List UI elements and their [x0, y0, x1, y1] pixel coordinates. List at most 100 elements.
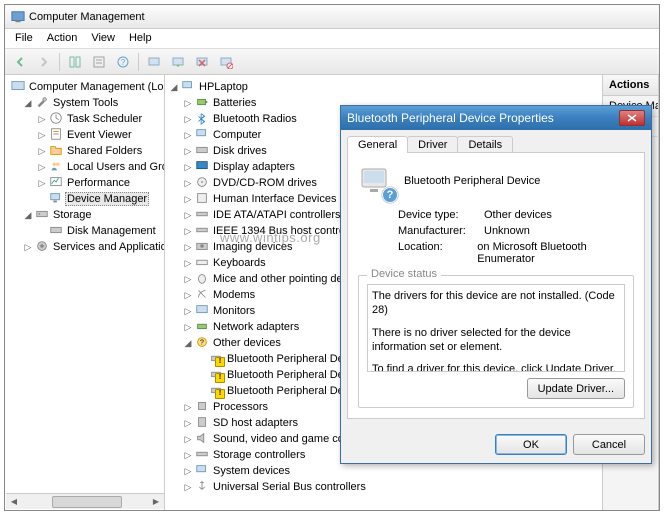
- dev-sd[interactable]: SD host adapters: [211, 417, 300, 429]
- expander-icon[interactable]: ▷: [37, 143, 47, 159]
- expander-icon[interactable]: ▷: [37, 111, 47, 127]
- expander-icon[interactable]: ▷: [183, 207, 193, 223]
- horizontal-scrollbar[interactable]: ◀ ▶: [6, 493, 164, 509]
- expander-icon[interactable]: ▷: [183, 159, 193, 175]
- app-icon: [11, 10, 25, 24]
- help-icon[interactable]: ?: [112, 52, 134, 72]
- expander-icon[interactable]: ▷: [183, 239, 193, 255]
- dev-batt[interactable]: Batteries: [211, 97, 258, 109]
- expander-icon[interactable]: ▷: [183, 479, 193, 495]
- expander-icon[interactable]: ▷: [183, 303, 193, 319]
- dev-disp[interactable]: Display adapters: [211, 161, 297, 173]
- expander-icon[interactable]: ▷: [183, 431, 193, 447]
- tree-root[interactable]: Computer Management (Local: [27, 81, 165, 93]
- expander-icon[interactable]: ▷: [183, 447, 193, 463]
- dev-comp[interactable]: Computer: [211, 129, 263, 141]
- expander-icon[interactable]: ▷: [183, 223, 193, 239]
- dev-mon[interactable]: Monitors: [211, 305, 257, 317]
- dev-dvd[interactable]: DVD/CD-ROM drives: [211, 177, 319, 189]
- expander-icon[interactable]: ▷: [37, 159, 47, 175]
- console-tree[interactable]: Computer Management (Local ◢ System Tools…: [5, 75, 164, 259]
- expander-icon[interactable]: ◢: [23, 95, 33, 111]
- dev-sys[interactable]: System devices: [211, 465, 292, 477]
- scroll-left-icon[interactable]: ◀: [6, 495, 22, 509]
- back-button[interactable]: [9, 52, 31, 72]
- scroll-thumb[interactable]: [52, 496, 122, 508]
- expander-icon[interactable]: ▷: [183, 95, 193, 111]
- dev-stor[interactable]: Storage controllers: [211, 449, 307, 461]
- title-bar[interactable]: Computer Management: [5, 5, 659, 29]
- ok-button[interactable]: OK: [495, 434, 567, 455]
- warning-icon: [209, 367, 223, 381]
- dev-net[interactable]: Network adapters: [211, 321, 301, 333]
- tree-task[interactable]: Task Scheduler: [65, 113, 144, 125]
- display-icon: [195, 159, 209, 173]
- disable-icon[interactable]: [215, 52, 237, 72]
- scan-icon[interactable]: [143, 52, 165, 72]
- expander-icon[interactable]: ▷: [37, 127, 47, 143]
- expander-icon[interactable]: ▷: [183, 319, 193, 335]
- expander-icon[interactable]: ▷: [183, 111, 193, 127]
- menu-help[interactable]: Help: [123, 31, 158, 46]
- properties-icon[interactable]: [88, 52, 110, 72]
- expander-icon[interactable]: ▷: [23, 239, 33, 255]
- menu-action[interactable]: Action: [41, 31, 84, 46]
- dev-bt[interactable]: Bluetooth Radios: [211, 113, 299, 125]
- expander-icon[interactable]: ▷: [37, 175, 47, 191]
- dev-mice[interactable]: Mice and other pointing devic: [211, 273, 358, 285]
- dev-sound[interactable]: Sound, video and game contr: [211, 433, 359, 445]
- dev-proc[interactable]: Processors: [211, 401, 270, 413]
- expander-icon[interactable]: ▷: [183, 191, 193, 207]
- tab-details[interactable]: Details: [457, 136, 513, 153]
- tab-driver[interactable]: Driver: [407, 136, 458, 153]
- device-status-group: Device status The drivers for this devic…: [358, 275, 634, 408]
- computer-icon: [181, 79, 195, 93]
- expander-icon[interactable]: ▷: [183, 399, 193, 415]
- expander-icon[interactable]: ▷: [183, 287, 193, 303]
- expander-icon[interactable]: ▷: [183, 463, 193, 479]
- cancel-button[interactable]: Cancel: [573, 434, 645, 455]
- show-hide-icon[interactable]: [64, 52, 86, 72]
- tree-diskmgmt[interactable]: Disk Management: [65, 225, 158, 237]
- expander-icon[interactable]: ◢: [183, 335, 193, 351]
- uninstall-icon[interactable]: [191, 52, 213, 72]
- dev-usb[interactable]: Universal Serial Bus controllers: [211, 481, 368, 493]
- dialog-titlebar[interactable]: Bluetooth Peripheral Device Properties: [341, 106, 651, 130]
- menu-view[interactable]: View: [85, 31, 121, 46]
- tree-storage[interactable]: Storage: [51, 209, 94, 221]
- expander-icon[interactable]: ▷: [183, 415, 193, 431]
- menu-file[interactable]: File: [9, 31, 39, 46]
- update-driver-button[interactable]: Update Driver...: [527, 378, 625, 399]
- expander-icon[interactable]: ▷: [183, 143, 193, 159]
- tab-general[interactable]: General: [347, 136, 408, 153]
- expander-icon[interactable]: ◢: [23, 207, 33, 223]
- expander-icon[interactable]: ▷: [183, 255, 193, 271]
- expander-icon[interactable]: ▷: [183, 175, 193, 191]
- dev-disk[interactable]: Disk drives: [211, 145, 269, 157]
- status-textbox[interactable]: The drivers for this device are not inst…: [367, 284, 625, 372]
- dev-kb[interactable]: Keyboards: [211, 257, 268, 269]
- tree-perf[interactable]: Performance: [65, 177, 132, 189]
- expander-icon[interactable]: ◢: [169, 79, 179, 95]
- ieee-icon: [195, 223, 209, 237]
- tree-local[interactable]: Local Users and Groups: [65, 161, 165, 173]
- tree-shared[interactable]: Shared Folders: [65, 145, 144, 157]
- dev-img[interactable]: Imaging devices: [211, 241, 295, 253]
- forward-button[interactable]: [33, 52, 55, 72]
- tree-systools[interactable]: System Tools: [51, 97, 120, 109]
- usb-icon: [195, 479, 209, 493]
- tree-event[interactable]: Event Viewer: [65, 129, 134, 141]
- dev-modem[interactable]: Modems: [211, 289, 257, 301]
- scroll-right-icon[interactable]: ▶: [148, 495, 164, 509]
- dev-root[interactable]: HPLaptop: [197, 81, 250, 93]
- dev-hid[interactable]: Human Interface Devices: [211, 193, 339, 205]
- tree-devmgr[interactable]: Device Manager: [65, 192, 149, 206]
- close-button[interactable]: [619, 110, 645, 126]
- storage-icon: [35, 207, 49, 221]
- dev-ide[interactable]: IDE ATA/ATAPI controllers: [211, 209, 343, 221]
- tree-services[interactable]: Services and Applications: [51, 241, 165, 253]
- expander-icon[interactable]: ▷: [183, 271, 193, 287]
- update-driver-icon[interactable]: [167, 52, 189, 72]
- dev-other[interactable]: Other devices: [211, 337, 283, 349]
- expander-icon[interactable]: ▷: [183, 127, 193, 143]
